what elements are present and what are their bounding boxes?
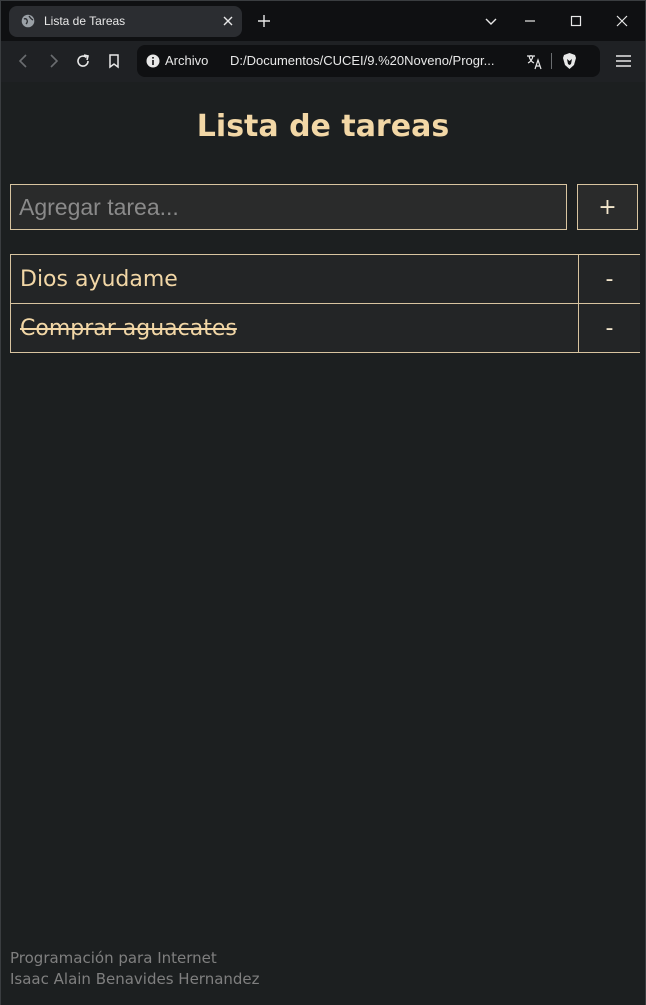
browser-toolbar: Archivo D:/Documentos/CUCEI/9.%20Noveno/… bbox=[1, 41, 645, 82]
task-row[interactable]: Dios ayudame - bbox=[10, 254, 640, 304]
forward-icon[interactable] bbox=[44, 52, 62, 70]
page-title: Lista de tareas bbox=[196, 109, 450, 144]
task-list: Dios ayudame - Comprar aguacates - bbox=[10, 254, 640, 353]
reload-icon[interactable] bbox=[74, 52, 92, 70]
browser-window: Lista de Tareas Archivo D:/Documentos/CU… bbox=[0, 0, 646, 1005]
remove-task-button[interactable]: - bbox=[578, 254, 640, 304]
address-scheme: Archivo bbox=[165, 53, 209, 68]
tab-title: Lista de Tareas bbox=[44, 14, 126, 28]
footer-course: Programación para Internet bbox=[10, 949, 217, 967]
globe-icon bbox=[21, 14, 35, 28]
window-close-icon[interactable] bbox=[614, 13, 630, 29]
remove-task-button[interactable]: - bbox=[578, 303, 640, 353]
menu-icon[interactable] bbox=[615, 53, 632, 69]
address-url[interactable]: D:/Documentos/CUCEI/9.%20Noveno/Progr... bbox=[230, 53, 513, 68]
task-text-completed[interactable]: Comprar aguacates bbox=[20, 316, 237, 341]
close-icon[interactable] bbox=[221, 14, 235, 28]
maximize-icon[interactable] bbox=[568, 13, 584, 29]
page-content: Lista de tareas + Dios ayudame - Comprar… bbox=[1, 82, 645, 1005]
task-row[interactable]: Comprar aguacates - bbox=[10, 303, 640, 353]
tab-active[interactable]: Lista de Tareas bbox=[9, 6, 242, 37]
minimize-icon[interactable] bbox=[522, 13, 538, 29]
back-icon[interactable] bbox=[15, 52, 33, 70]
info-icon[interactable] bbox=[146, 54, 160, 68]
address-divider bbox=[551, 53, 552, 69]
footer-author: Isaac Alain Benavides Hernandez bbox=[10, 970, 260, 988]
tab-strip: Lista de Tareas bbox=[1, 1, 645, 41]
task-input[interactable] bbox=[10, 184, 567, 230]
footer: Programación para Internet Isaac Alain B… bbox=[10, 948, 260, 990]
task-text[interactable]: Dios ayudame bbox=[20, 267, 178, 292]
brave-shield-icon[interactable] bbox=[561, 52, 578, 70]
translate-icon[interactable] bbox=[526, 53, 543, 70]
address-bar[interactable]: Archivo D:/Documentos/CUCEI/9.%20Noveno/… bbox=[137, 45, 600, 77]
bookmark-icon[interactable] bbox=[105, 52, 123, 70]
add-task-button[interactable]: + bbox=[577, 184, 638, 230]
tab-search-chevron-icon[interactable] bbox=[483, 13, 499, 29]
new-tab-icon[interactable] bbox=[256, 13, 272, 29]
